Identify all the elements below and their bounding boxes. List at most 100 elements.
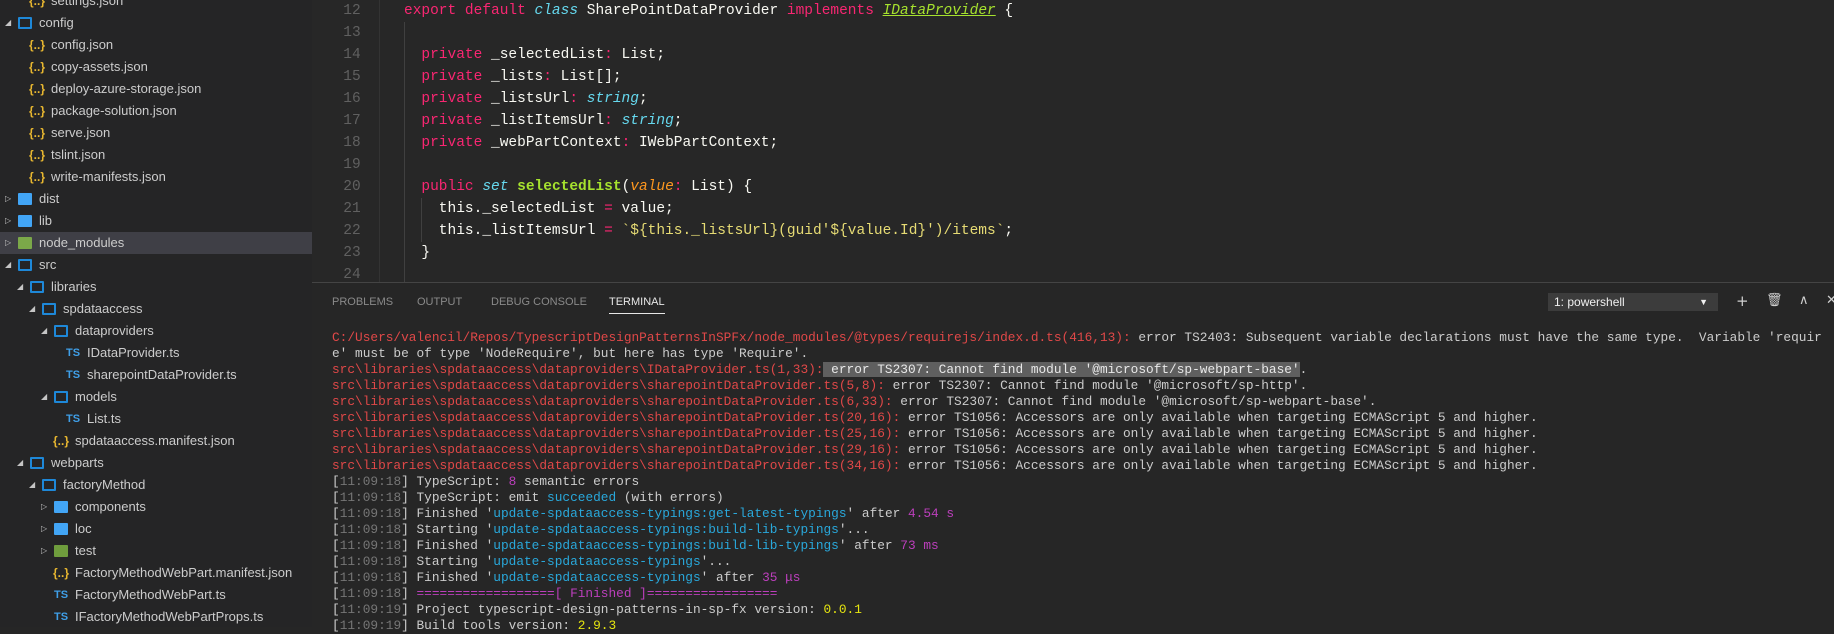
tree-item-label: deploy-azure-storage.json bbox=[51, 81, 202, 96]
tree-item[interactable]: {..} config.json bbox=[0, 34, 312, 56]
terminal-line: src\libraries\spdataaccess\dataproviders… bbox=[332, 410, 1822, 426]
tree-item[interactable]: ◢ models bbox=[0, 386, 312, 408]
tree-item[interactable]: ▷ components bbox=[0, 496, 312, 518]
tree-item[interactable]: TS IFactoryMethodWebPartProps.ts bbox=[0, 606, 312, 627]
code-token: class bbox=[534, 3, 579, 19]
tree-item[interactable]: ◢ config bbox=[0, 12, 312, 34]
expanded-arrow-icon[interactable]: ◢ bbox=[17, 452, 23, 474]
terminal-segment: 11:09:18 bbox=[339, 538, 402, 553]
tab-terminal[interactable]: TERMINAL bbox=[609, 296, 665, 314]
expanded-arrow-icon[interactable]: ◢ bbox=[41, 386, 47, 408]
code-line: 21 this._selectedList = value; bbox=[312, 198, 1834, 220]
tree-item[interactable]: TS FactoryMethodWebPart.ts bbox=[0, 584, 312, 606]
terminal-line: src\libraries\spdataaccess\dataproviders… bbox=[332, 442, 1822, 458]
expanded-arrow-icon[interactable]: ◢ bbox=[29, 298, 35, 320]
tree-item[interactable]: {..} copy-assets.json bbox=[0, 56, 312, 78]
code-token: : bbox=[543, 69, 552, 85]
tree-item[interactable]: {..} tslint.json bbox=[0, 144, 312, 166]
typescript-file-icon: TS bbox=[66, 413, 81, 425]
maximize-chevron-up-icon[interactable]: ∧ bbox=[1799, 291, 1809, 311]
terminal-segment: error TS2307: Cannot find module '@micro… bbox=[884, 378, 1308, 393]
terminal-select[interactable]: 1: powershell ▼ bbox=[1548, 293, 1718, 311]
expanded-arrow-icon[interactable]: ◢ bbox=[17, 276, 23, 298]
new-terminal-plus-icon[interactable]: + bbox=[1736, 291, 1749, 311]
folder-icon bbox=[54, 501, 68, 513]
tree-item[interactable]: {..} settings.json bbox=[0, 0, 312, 12]
code-token: = bbox=[604, 223, 613, 239]
tree-item-label: write-manifests.json bbox=[51, 169, 166, 184]
tree-item[interactable]: ▷ dist bbox=[0, 188, 312, 210]
json-file-icon: {..} bbox=[53, 566, 70, 580]
code-token: set bbox=[482, 179, 509, 195]
collapsed-arrow-icon[interactable]: ▷ bbox=[5, 232, 11, 254]
expanded-arrow-icon[interactable]: ◢ bbox=[41, 320, 47, 342]
close-icon[interactable]: ✕ bbox=[1826, 291, 1834, 311]
tree-item[interactable]: ▷ lib bbox=[0, 210, 312, 232]
typescript-file-icon: TS bbox=[66, 369, 81, 381]
tree-item[interactable]: ◢ webparts bbox=[0, 452, 312, 474]
tree-item[interactable]: ◢ factoryMethod bbox=[0, 474, 312, 496]
tab-output[interactable]: OUTPUT bbox=[417, 296, 462, 314]
line-number: 14 bbox=[343, 47, 361, 63]
code-line: 20 public set selectedList(value: List) … bbox=[312, 176, 1834, 198]
trash-icon[interactable]: 🗑 bbox=[1766, 291, 1783, 311]
tree-item[interactable]: ◢ src bbox=[0, 254, 312, 276]
tree-item[interactable]: ▷ test bbox=[0, 540, 312, 562]
collapsed-arrow-icon[interactable]: ▷ bbox=[41, 496, 47, 518]
code-editor[interactable]: 12 export default class SharePointDataPro… bbox=[312, 0, 1834, 282]
tree-item[interactable]: ◢ dataproviders bbox=[0, 320, 312, 342]
code-token: IDataProvider bbox=[882, 3, 996, 19]
line-number: 24 bbox=[343, 267, 361, 282]
collapsed-arrow-icon[interactable]: ▷ bbox=[5, 210, 11, 232]
tab-debug-console[interactable]: DEBUG CONSOLE bbox=[491, 296, 587, 314]
code-token: implements bbox=[786, 3, 874, 19]
code-token: : bbox=[621, 135, 631, 151]
tree-item[interactable]: ◢ libraries bbox=[0, 276, 312, 298]
tree-item[interactable]: TS IDataProvider.ts bbox=[0, 342, 312, 364]
terminal-segment: error TS2307: Cannot find module '@micro… bbox=[892, 394, 1377, 409]
terminal-segment: [ bbox=[332, 586, 340, 601]
terminal-segment: ] Starting ' bbox=[401, 522, 494, 537]
folder-icon bbox=[54, 545, 68, 557]
tree-item[interactable]: {..} write-manifests.json bbox=[0, 166, 312, 188]
collapsed-arrow-icon[interactable]: ▷ bbox=[5, 188, 11, 210]
tree-item[interactable]: {..} deploy-azure-storage.json bbox=[0, 78, 312, 100]
tree-item[interactable]: {..} spdataaccess.manifest.json bbox=[0, 430, 312, 452]
expanded-arrow-icon[interactable]: ◢ bbox=[29, 474, 35, 496]
terminal-segment: error TS1056: Accessors are only availab… bbox=[900, 442, 1538, 457]
tree-item[interactable]: TS List.ts bbox=[0, 408, 312, 430]
folder-icon bbox=[30, 457, 44, 469]
terminal-segment: src\libraries\spdataaccess\dataproviders… bbox=[332, 394, 893, 409]
terminal-segment: src\libraries\spdataaccess\dataproviders… bbox=[332, 378, 885, 393]
code-text: private _lists: List[]; bbox=[404, 66, 621, 88]
tree-item[interactable]: {..} serve.json bbox=[0, 122, 312, 144]
tree-item-label: lib bbox=[39, 213, 53, 228]
expanded-arrow-icon[interactable]: ◢ bbox=[5, 12, 11, 34]
collapsed-arrow-icon[interactable]: ▷ bbox=[41, 540, 47, 562]
line-number: 21 bbox=[343, 201, 361, 217]
tree-item-label: IDataProvider.ts bbox=[87, 345, 180, 360]
terminal-line: e' must be of type 'NodeRequire', but he… bbox=[332, 346, 1822, 362]
tree-item-label: FactoryMethodWebPart.ts bbox=[75, 587, 226, 602]
terminal-segment: error TS2403: Subsequent variable declar… bbox=[1130, 330, 1822, 345]
tree-item[interactable]: TS sharepointDataProvider.ts bbox=[0, 364, 312, 386]
line-number: 17 bbox=[343, 113, 361, 129]
tree-item[interactable]: ▷ node_modules bbox=[0, 232, 312, 254]
folder-icon bbox=[54, 391, 68, 403]
code-text: private _selectedList: List; bbox=[404, 44, 665, 66]
terminal-output[interactable]: C:/Users/valencil/Repos/TypescriptDesign… bbox=[332, 330, 1822, 634]
tree-item[interactable]: {..} package-solution.json bbox=[0, 100, 312, 122]
terminal-line: [11:09:18] Starting 'update-spdataaccess… bbox=[332, 522, 1822, 538]
tree-item[interactable]: ◢ spdataaccess bbox=[0, 298, 312, 320]
tab-problems[interactable]: PROBLEMS bbox=[332, 296, 393, 314]
tree-item[interactable]: ▷ loc bbox=[0, 518, 312, 540]
code-token: ; bbox=[673, 113, 683, 129]
expanded-arrow-icon[interactable]: ◢ bbox=[5, 254, 11, 276]
json-file-icon: {..} bbox=[29, 148, 46, 162]
terminal-line: [11:09:19] Build tools version: 2.9.3 bbox=[332, 618, 1822, 634]
collapsed-arrow-icon[interactable]: ▷ bbox=[41, 518, 47, 540]
tree-item[interactable]: {..} FactoryMethodWebPart.manifest.json bbox=[0, 562, 312, 584]
folder-icon bbox=[54, 523, 68, 535]
